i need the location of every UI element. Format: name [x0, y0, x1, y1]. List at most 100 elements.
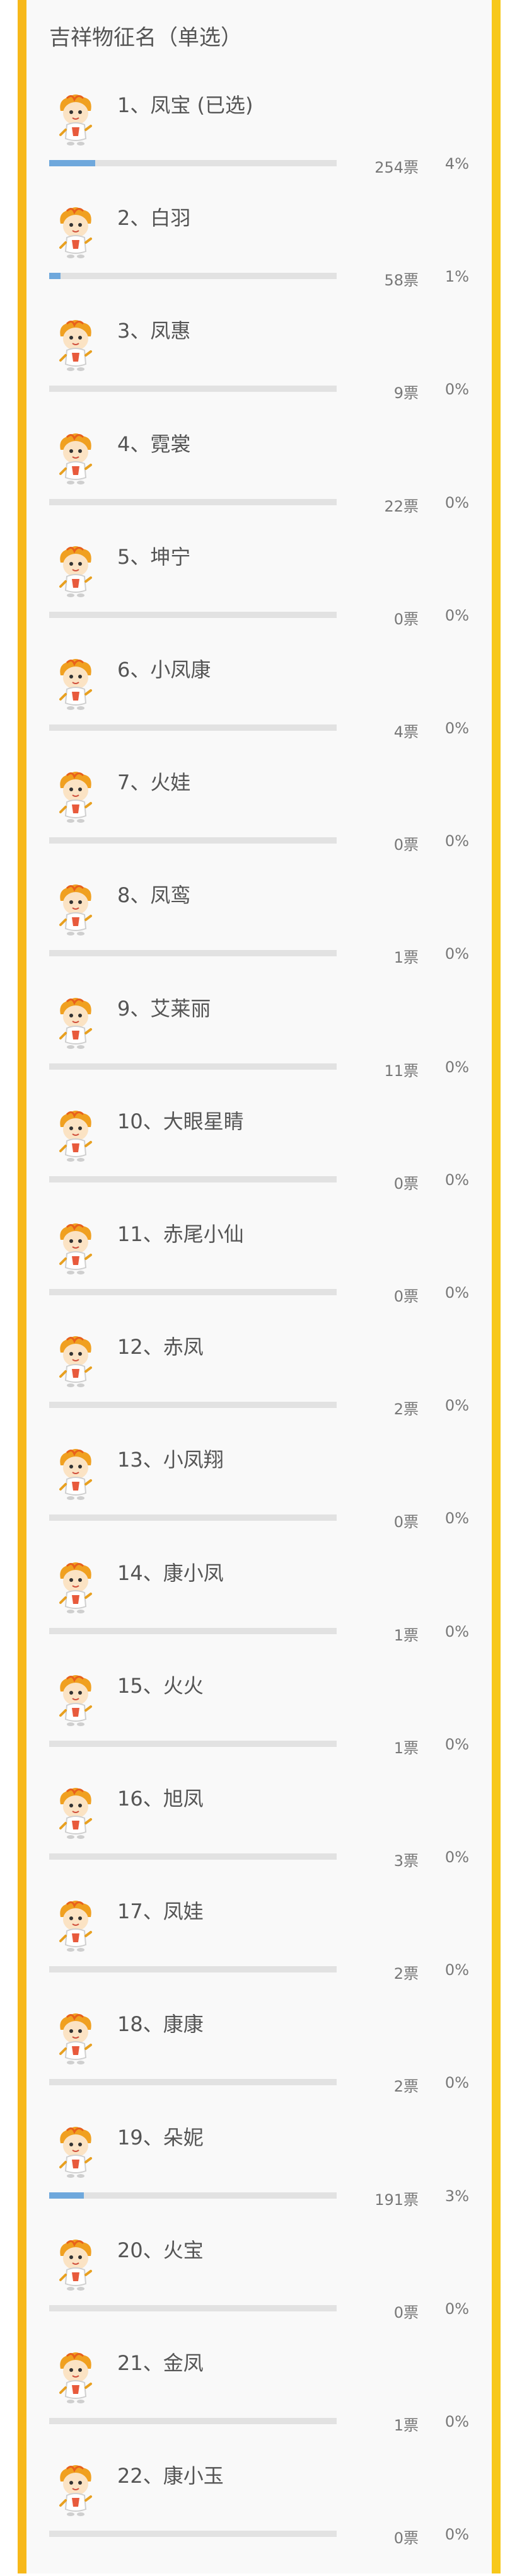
vote-count: 0票 [393, 836, 419, 854]
vote-percent: 0% [444, 381, 469, 399]
poll-option[interactable]: 3、凤惠 9票 0% [26, 318, 492, 431]
vote-count: 0票 [393, 1513, 419, 1531]
vote-percent: 0% [444, 832, 469, 850]
vote-progress-bar [49, 1514, 337, 1521]
option-label: 8、凤鸾 [117, 883, 191, 908]
poll-title: 吉祥物征名（单选） [49, 25, 242, 50]
vote-count: 2票 [393, 1400, 419, 1419]
option-label: 19、朵妮 [117, 2125, 204, 2150]
poll-panel: 吉祥物征名（单选） 1、凤宝 (已选) 254票 4% 2、白羽 58票 1% … [26, 0, 492, 2573]
option-label: 13、小凤翔 [117, 1448, 224, 1472]
poll-page: 吉祥物征名（单选） 1、凤宝 (已选) 254票 4% 2、白羽 58票 1% … [0, 0, 522, 2573]
vote-count: 0票 [393, 2529, 419, 2548]
poll-option[interactable]: 17、凤娃 2票 0% [26, 1898, 492, 2012]
poll-option[interactable]: 16、旭凤 3票 0% [26, 1785, 492, 1899]
vote-percent: 4% [444, 155, 469, 173]
vote-count: 22票 [384, 497, 419, 515]
vote-percent: 0% [444, 1058, 469, 1076]
mascot-avatar-icon [53, 1673, 98, 1729]
vote-percent: 0% [444, 1961, 469, 1979]
poll-option[interactable]: 19、朵妮 191票 3% [26, 2124, 492, 2238]
mascot-avatar-icon [53, 544, 98, 600]
poll-option[interactable]: 18、康康 2票 0% [26, 2011, 492, 2124]
poll-option[interactable]: 11、赤尾小仙 0票 0% [26, 1221, 492, 1334]
vote-progress-bar [49, 160, 337, 166]
mascot-avatar-icon [53, 1898, 98, 1955]
vote-progress-bar [49, 498, 337, 505]
mascot-avatar-icon [53, 1785, 98, 1842]
poll-option[interactable]: 10、大眼星睛 0票 0% [26, 1108, 492, 1222]
vote-progress-bar [49, 2304, 337, 2311]
mascot-avatar-icon [53, 2350, 98, 2407]
vote-count: 0票 [393, 2303, 419, 2321]
vote-percent: 0% [444, 2299, 469, 2318]
poll-option[interactable]: 7、火娃 0票 0% [26, 769, 492, 883]
option-label: 18、康康 [117, 2012, 204, 2037]
option-label: 17、凤娃 [117, 1899, 204, 1924]
vote-percent: 0% [444, 1848, 469, 1866]
mascot-avatar-icon [53, 205, 98, 261]
poll-option[interactable]: 8、凤鸾 1票 0% [26, 882, 492, 995]
vote-progress-bar [49, 2418, 337, 2424]
poll-option[interactable]: 20、火宝 0票 0% [26, 2237, 492, 2350]
vote-progress-bar [49, 273, 337, 280]
vote-count: 0票 [393, 1174, 419, 1193]
poll-option[interactable]: 2、白羽 58票 1% [26, 205, 492, 318]
vote-progress-fill [49, 2192, 84, 2199]
vote-progress-bar [49, 1853, 337, 1860]
option-label: 7、火娃 [117, 770, 191, 795]
left-decorative-rail [18, 0, 26, 2573]
poll-option[interactable]: 6、小凤康 4票 0% [26, 656, 492, 770]
vote-percent: 0% [444, 1284, 469, 1302]
mascot-avatar-icon [53, 1560, 98, 1617]
mascot-avatar-icon [53, 2011, 98, 2068]
option-label: 2、白羽 [117, 206, 191, 231]
option-label: 20、火宝 [117, 2238, 204, 2262]
poll-option[interactable]: 4、霓裳 22票 0% [26, 431, 492, 544]
vote-count: 191票 [374, 2190, 419, 2209]
vote-progress-bar [49, 1063, 337, 1070]
vote-count: 1票 [393, 949, 419, 967]
vote-count: 0票 [393, 610, 419, 628]
vote-percent: 0% [444, 493, 469, 512]
vote-percent: 1% [444, 268, 469, 286]
poll-option[interactable]: 21、金凤 1票 0% [26, 2350, 492, 2463]
mascot-avatar-icon [53, 92, 98, 149]
vote-progress-bar [49, 1402, 337, 1409]
option-label: 12、赤凤 [117, 1335, 204, 1360]
vote-progress-bar [49, 1289, 337, 1295]
vote-count: 11票 [384, 1062, 419, 1080]
poll-option[interactable]: 13、小凤翔 0票 0% [26, 1446, 492, 1560]
vote-progress-bar [49, 1627, 337, 1634]
option-label: 4、霓裳 [117, 432, 191, 456]
poll-option[interactable]: 5、坤宁 0票 0% [26, 544, 492, 657]
mascot-avatar-icon [53, 656, 98, 713]
vote-progress-bar [49, 2192, 337, 2199]
mascot-avatar-icon [53, 1108, 98, 1165]
poll-option[interactable]: 15、火火 1票 0% [26, 1673, 492, 1786]
vote-percent: 0% [444, 1509, 469, 1528]
option-label: 21、金凤 [117, 2351, 204, 2375]
vote-percent: 0% [444, 2074, 469, 2092]
mascot-avatar-icon [53, 995, 98, 1052]
vote-count: 2票 [393, 1965, 419, 1983]
poll-option[interactable]: 12、赤凤 2票 0% [26, 1334, 492, 1447]
vote-progress-bar [49, 724, 337, 731]
vote-percent: 0% [444, 1397, 469, 1415]
mascot-avatar-icon [53, 318, 98, 374]
vote-progress-bar [49, 950, 337, 957]
vote-percent: 0% [444, 1735, 469, 1753]
poll-option[interactable]: 14、康小凤 1票 0% [26, 1560, 492, 1673]
mascot-avatar-icon [53, 1221, 98, 1278]
poll-option[interactable]: 1、凤宝 (已选) 254票 4% [26, 92, 492, 205]
vote-progress-bar [49, 2079, 337, 2086]
vote-percent: 0% [444, 1622, 469, 1640]
vote-percent: 0% [444, 2413, 469, 2430]
option-label: 10、大眼星睛 [117, 1109, 244, 1133]
poll-option[interactable]: 9、艾莱丽 11票 0% [26, 995, 492, 1109]
vote-count: 3票 [393, 1852, 419, 1870]
vote-count: 254票 [374, 159, 419, 176]
option-label: 22、康小玉 [117, 2464, 224, 2488]
mascot-avatar-icon [53, 1446, 98, 1503]
poll-option[interactable]: 22、康小玉 0票 0% [26, 2463, 492, 2576]
